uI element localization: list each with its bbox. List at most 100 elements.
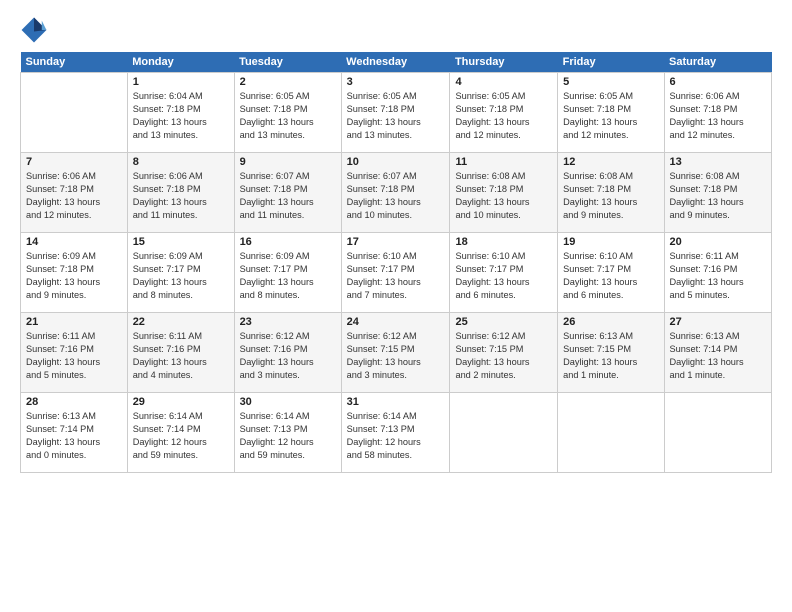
- day-number: 21: [26, 316, 122, 328]
- calendar-cell: [558, 393, 664, 473]
- day-info: Sunrise: 6:12 AM Sunset: 7:15 PM Dayligh…: [347, 330, 445, 382]
- day-number: 6: [670, 76, 766, 88]
- calendar-cell: 13 Sunrise: 6:08 AM Sunset: 7:18 PM Dayli…: [664, 153, 771, 233]
- day-number: 11: [455, 156, 552, 168]
- week-row-3: 14 Sunrise: 6:09 AM Sunset: 7:18 PM Dayli…: [21, 233, 772, 313]
- day-info: Sunrise: 6:08 AM Sunset: 7:18 PM Dayligh…: [455, 170, 552, 222]
- day-number: 5: [563, 76, 658, 88]
- calendar-cell: 14 Sunrise: 6:09 AM Sunset: 7:18 PM Dayli…: [21, 233, 128, 313]
- day-info: Sunrise: 6:13 AM Sunset: 7:14 PM Dayligh…: [670, 330, 766, 382]
- day-info: Sunrise: 6:14 AM Sunset: 7:13 PM Dayligh…: [347, 410, 445, 462]
- calendar-cell: 6 Sunrise: 6:06 AM Sunset: 7:18 PM Daylig…: [664, 73, 771, 153]
- day-info: Sunrise: 6:13 AM Sunset: 7:15 PM Dayligh…: [563, 330, 658, 382]
- day-number: 12: [563, 156, 658, 168]
- calendar-cell: 18 Sunrise: 6:10 AM Sunset: 7:17 PM Dayli…: [450, 233, 558, 313]
- day-number: 17: [347, 236, 445, 248]
- day-info: Sunrise: 6:07 AM Sunset: 7:18 PM Dayligh…: [240, 170, 336, 222]
- day-info: Sunrise: 6:14 AM Sunset: 7:13 PM Dayligh…: [240, 410, 336, 462]
- col-header-sunday: Sunday: [21, 52, 128, 73]
- calendar-cell: 9 Sunrise: 6:07 AM Sunset: 7:18 PM Daylig…: [234, 153, 341, 233]
- day-number: 7: [26, 156, 122, 168]
- day-info: Sunrise: 6:09 AM Sunset: 7:17 PM Dayligh…: [240, 250, 336, 302]
- calendar-cell: 15 Sunrise: 6:09 AM Sunset: 7:17 PM Dayli…: [127, 233, 234, 313]
- day-info: Sunrise: 6:13 AM Sunset: 7:14 PM Dayligh…: [26, 410, 122, 462]
- day-number: 26: [563, 316, 658, 328]
- day-info: Sunrise: 6:06 AM Sunset: 7:18 PM Dayligh…: [26, 170, 122, 222]
- day-number: 28: [26, 396, 122, 408]
- day-number: 24: [347, 316, 445, 328]
- day-info: Sunrise: 6:14 AM Sunset: 7:14 PM Dayligh…: [133, 410, 229, 462]
- calendar-cell: 29Sunrise: 6:14 AM Sunset: 7:14 PM Dayli…: [127, 393, 234, 473]
- calendar-cell: 28 Sunrise: 6:13 AM Sunset: 7:14 PM Dayli…: [21, 393, 128, 473]
- day-info: Sunrise: 6:07 AM Sunset: 7:18 PM Dayligh…: [347, 170, 445, 222]
- day-number: 23: [240, 316, 336, 328]
- day-info: Sunrise: 6:08 AM Sunset: 7:18 PM Dayligh…: [670, 170, 766, 222]
- day-number: 22: [133, 316, 229, 328]
- day-number: 19: [563, 236, 658, 248]
- calendar-cell: 1 Sunrise: 6:04 AM Sunset: 7:18 PM Daylig…: [127, 73, 234, 153]
- col-header-thursday: Thursday: [450, 52, 558, 73]
- calendar-cell: 7 Sunrise: 6:06 AM Sunset: 7:18 PM Daylig…: [21, 153, 128, 233]
- calendar-cell: 30 Sunrise: 6:14 AM Sunset: 7:13 PM Dayli…: [234, 393, 341, 473]
- day-info: Sunrise: 6:05 AM Sunset: 7:18 PM Dayligh…: [347, 90, 445, 142]
- calendar-cell: 20 Sunrise: 6:11 AM Sunset: 7:16 PM Dayli…: [664, 233, 771, 313]
- day-number: 20: [670, 236, 766, 248]
- day-number: 25: [455, 316, 552, 328]
- calendar-table: SundayMondayTuesdayWednesdayThursdayFrid…: [20, 52, 772, 473]
- day-number: 3: [347, 76, 445, 88]
- day-info: Sunrise: 6:06 AM Sunset: 7:18 PM Dayligh…: [670, 90, 766, 142]
- day-info: Sunrise: 6:04 AM Sunset: 7:18 PM Dayligh…: [133, 90, 229, 142]
- calendar-cell: 10Sunrise: 6:07 AM Sunset: 7:18 PM Dayli…: [341, 153, 450, 233]
- day-number: 9: [240, 156, 336, 168]
- col-header-friday: Friday: [558, 52, 664, 73]
- col-header-tuesday: Tuesday: [234, 52, 341, 73]
- day-number: 8: [133, 156, 229, 168]
- calendar-cell: 31 Sunrise: 6:14 AM Sunset: 7:13 PM Dayli…: [341, 393, 450, 473]
- day-info: Sunrise: 6:05 AM Sunset: 7:18 PM Dayligh…: [563, 90, 658, 142]
- day-info: Sunrise: 6:10 AM Sunset: 7:17 PM Dayligh…: [563, 250, 658, 302]
- col-header-wednesday: Wednesday: [341, 52, 450, 73]
- calendar-cell: 12Sunrise: 6:08 AM Sunset: 7:18 PM Dayli…: [558, 153, 664, 233]
- calendar-cell: 24 Sunrise: 6:12 AM Sunset: 7:15 PM Dayli…: [341, 313, 450, 393]
- calendar-cell: 22 Sunrise: 6:11 AM Sunset: 7:16 PM Dayli…: [127, 313, 234, 393]
- calendar-cell: 23Sunrise: 6:12 AM Sunset: 7:16 PM Dayli…: [234, 313, 341, 393]
- day-info: Sunrise: 6:05 AM Sunset: 7:18 PM Dayligh…: [455, 90, 552, 142]
- calendar-cell: 2Sunrise: 6:05 AM Sunset: 7:18 PM Daylig…: [234, 73, 341, 153]
- week-row-2: 7 Sunrise: 6:06 AM Sunset: 7:18 PM Daylig…: [21, 153, 772, 233]
- day-number: 30: [240, 396, 336, 408]
- page: SundayMondayTuesdayWednesdayThursdayFrid…: [0, 0, 792, 612]
- calendar-cell: [21, 73, 128, 153]
- calendar-cell: 11 Sunrise: 6:08 AM Sunset: 7:18 PM Dayli…: [450, 153, 558, 233]
- day-number: 15: [133, 236, 229, 248]
- day-info: Sunrise: 6:11 AM Sunset: 7:16 PM Dayligh…: [133, 330, 229, 382]
- calendar-cell: 19 Sunrise: 6:10 AM Sunset: 7:17 PM Dayli…: [558, 233, 664, 313]
- day-number: 2: [240, 76, 336, 88]
- day-number: 13: [670, 156, 766, 168]
- logo: [20, 16, 52, 44]
- calendar-header-row: SundayMondayTuesdayWednesdayThursdayFrid…: [21, 52, 772, 73]
- day-number: 31: [347, 396, 445, 408]
- day-info: Sunrise: 6:06 AM Sunset: 7:18 PM Dayligh…: [133, 170, 229, 222]
- day-info: Sunrise: 6:10 AM Sunset: 7:17 PM Dayligh…: [455, 250, 552, 302]
- calendar-cell: 16 Sunrise: 6:09 AM Sunset: 7:17 PM Dayli…: [234, 233, 341, 313]
- day-number: 1: [133, 76, 229, 88]
- calendar-cell: 26 Sunrise: 6:13 AM Sunset: 7:15 PM Dayli…: [558, 313, 664, 393]
- col-header-saturday: Saturday: [664, 52, 771, 73]
- day-info: Sunrise: 6:11 AM Sunset: 7:16 PM Dayligh…: [670, 250, 766, 302]
- day-number: 14: [26, 236, 122, 248]
- calendar-cell: 8 Sunrise: 6:06 AM Sunset: 7:18 PM Daylig…: [127, 153, 234, 233]
- day-number: 18: [455, 236, 552, 248]
- logo-icon: [20, 16, 48, 44]
- col-header-monday: Monday: [127, 52, 234, 73]
- calendar-cell: 27 Sunrise: 6:13 AM Sunset: 7:14 PM Dayli…: [664, 313, 771, 393]
- header: [20, 16, 772, 44]
- day-info: Sunrise: 6:10 AM Sunset: 7:17 PM Dayligh…: [347, 250, 445, 302]
- calendar-cell: [450, 393, 558, 473]
- calendar-cell: 3 Sunrise: 6:05 AM Sunset: 7:18 PM Daylig…: [341, 73, 450, 153]
- day-info: Sunrise: 6:12 AM Sunset: 7:15 PM Dayligh…: [455, 330, 552, 382]
- day-number: 16: [240, 236, 336, 248]
- calendar-cell: [664, 393, 771, 473]
- day-info: Sunrise: 6:09 AM Sunset: 7:18 PM Dayligh…: [26, 250, 122, 302]
- day-number: 27: [670, 316, 766, 328]
- day-info: Sunrise: 6:09 AM Sunset: 7:17 PM Dayligh…: [133, 250, 229, 302]
